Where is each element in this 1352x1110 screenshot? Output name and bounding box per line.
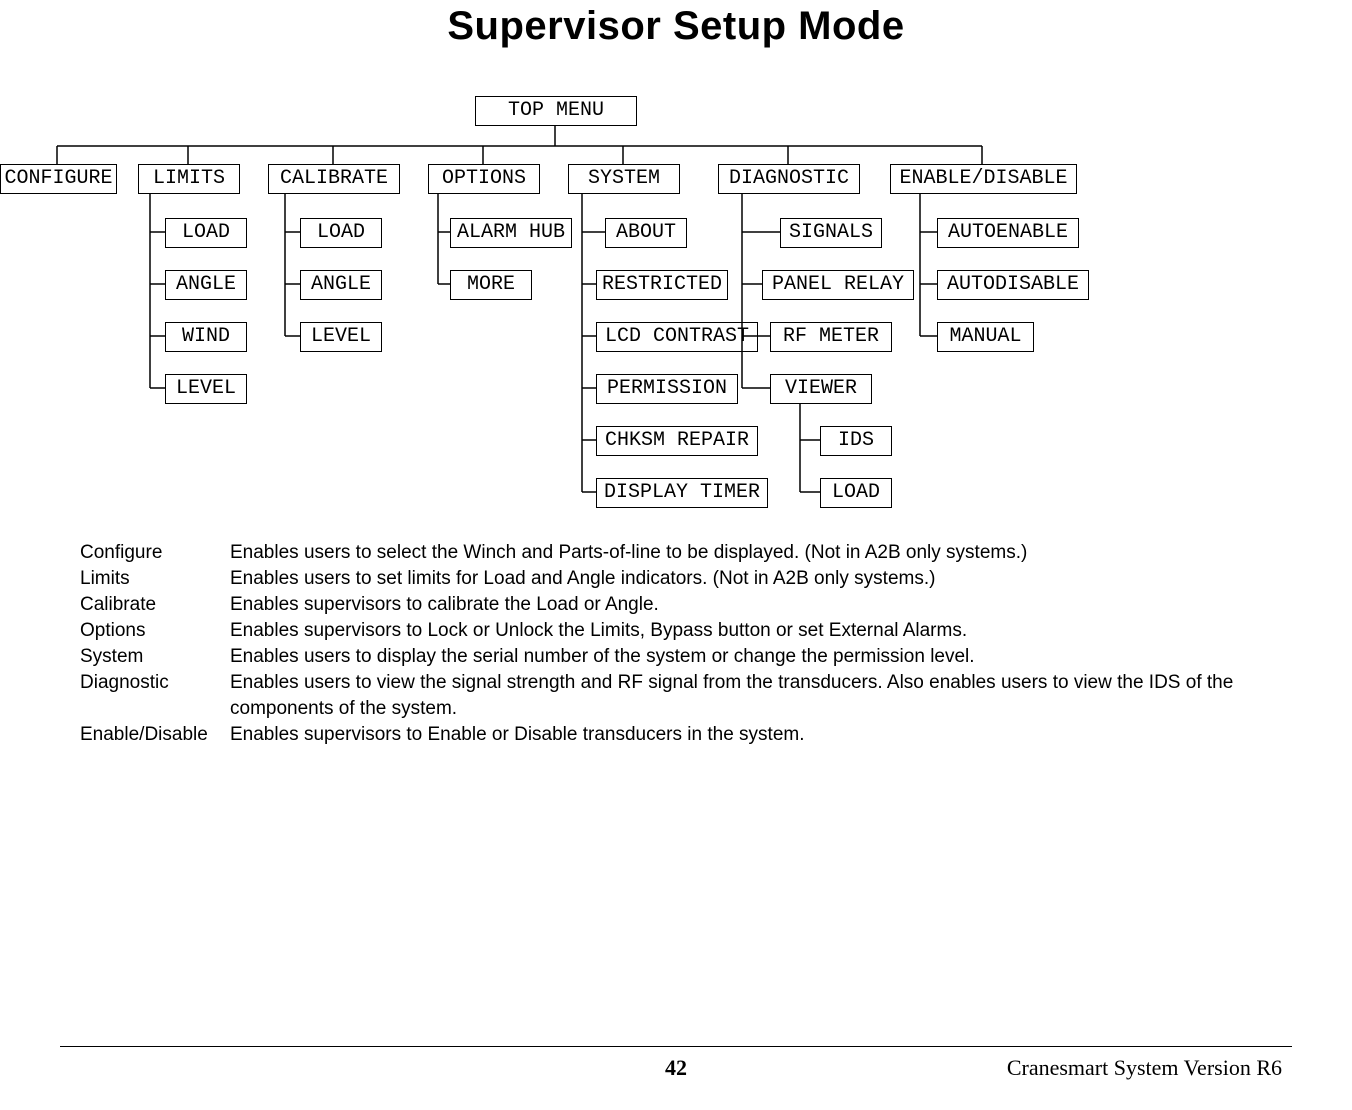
def-term: Options <box>80 618 230 644</box>
page-title: Supervisor Setup Mode <box>0 0 1352 49</box>
page-footer: 42 Cranesmart System Version R6 <box>0 1046 1352 1085</box>
node-diag-rf: RF METER <box>770 322 892 352</box>
node-calibrate-load: LOAD <box>300 218 382 248</box>
node-top-menu: TOP MENU <box>475 96 637 126</box>
node-system-lcd: LCD CONTRAST <box>596 322 758 352</box>
node-viewer-load: LOAD <box>820 478 892 508</box>
node-diagnostic: DIAGNOSTIC <box>718 164 860 194</box>
node-viewer-ids: IDS <box>820 426 892 456</box>
footer-rule <box>60 1046 1292 1047</box>
def-desc: Enables users to set limits for Load and… <box>230 566 1280 592</box>
node-options-more: MORE <box>450 270 532 300</box>
menu-tree-diagram: TOP MENU CONFIGURE LIMITS CALIBRATE OPTI… <box>0 78 1352 508</box>
node-system-permission: PERMISSION <box>596 374 738 404</box>
node-system-restricted: RESTRICTED <box>596 270 728 300</box>
node-enable-manual: MANUAL <box>937 322 1034 352</box>
node-limits: LIMITS <box>138 164 240 194</box>
node-diag-viewer: VIEWER <box>770 374 872 404</box>
node-configure: CONFIGURE <box>0 164 117 194</box>
node-enable: ENABLE/DISABLE <box>890 164 1077 194</box>
node-system-timer: DISPLAY TIMER <box>596 478 768 508</box>
node-diag-panel: PANEL RELAY <box>762 270 914 300</box>
node-system-chksm: CHKSM REPAIR <box>596 426 758 456</box>
node-system: SYSTEM <box>568 164 680 194</box>
node-limits-level: LEVEL <box>165 374 247 404</box>
node-enable-autodis: AUTODISABLE <box>937 270 1089 300</box>
node-calibrate: CALIBRATE <box>268 164 400 194</box>
def-term: System <box>80 644 230 670</box>
def-desc: Enables users to view the signal strengt… <box>230 670 1280 722</box>
def-desc: Enables supervisors to calibrate the Loa… <box>230 592 1280 618</box>
definitions: ConfigureEnables users to select the Win… <box>80 540 1280 748</box>
def-desc: Enables users to display the serial numb… <box>230 644 1280 670</box>
def-desc: Enables supervisors to Enable or Disable… <box>230 722 1280 748</box>
def-term: Diagnostic <box>80 670 230 722</box>
node-limits-load: LOAD <box>165 218 247 248</box>
def-term: Enable/Disable <box>80 722 230 748</box>
node-calibrate-angle: ANGLE <box>300 270 382 300</box>
def-term: Calibrate <box>80 592 230 618</box>
footer-version: Cranesmart System Version R6 <box>1007 1055 1282 1081</box>
node-diag-signals: SIGNALS <box>780 218 882 248</box>
node-limits-wind: WIND <box>165 322 247 352</box>
node-enable-auto: AUTOENABLE <box>937 218 1079 248</box>
def-desc: Enables users to select the Winch and Pa… <box>230 540 1280 566</box>
node-options-alarm: ALARM HUB <box>450 218 572 248</box>
def-term: Configure <box>80 540 230 566</box>
node-calibrate-level: LEVEL <box>300 322 382 352</box>
def-desc: Enables supervisors to Lock or Unlock th… <box>230 618 1280 644</box>
node-limits-angle: ANGLE <box>165 270 247 300</box>
def-term: Limits <box>80 566 230 592</box>
node-options: OPTIONS <box>428 164 540 194</box>
node-system-about: ABOUT <box>605 218 687 248</box>
